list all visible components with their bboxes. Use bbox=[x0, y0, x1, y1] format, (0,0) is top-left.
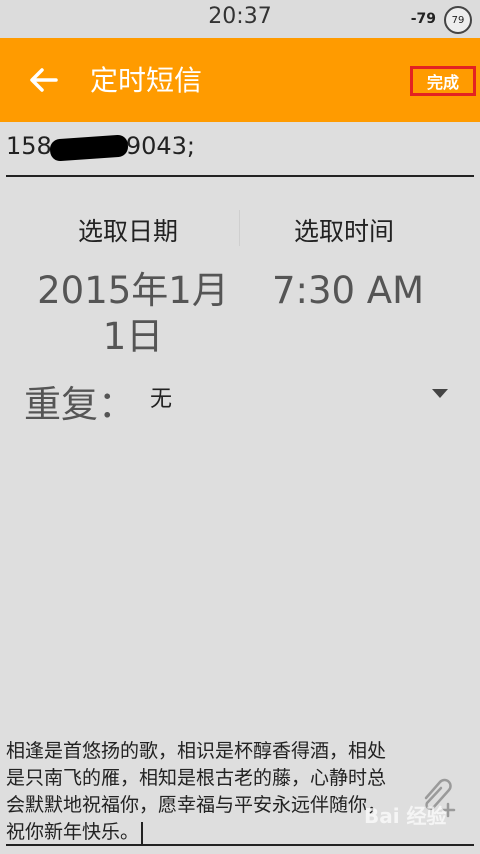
done-button[interactable]: 完成 bbox=[410, 66, 476, 96]
time-value[interactable]: 7:30 AM bbox=[250, 268, 446, 314]
message-input[interactable]: 相逢是首悠扬的歌，相识是杯醇香得酒，相处是只南飞的雁，相知是根古老的藤，心静时总… bbox=[6, 738, 398, 846]
page-title: 定时短信 bbox=[90, 64, 203, 97]
status-time: 20:37 bbox=[208, 4, 272, 29]
watermark: Bai 经验 bbox=[364, 804, 447, 828]
recipient-underline bbox=[6, 175, 474, 177]
message-underline bbox=[6, 844, 474, 846]
pick-date-button[interactable]: 选取日期 bbox=[78, 212, 178, 248]
repeat-select[interactable]: 无 bbox=[150, 381, 172, 413]
date-value[interactable]: 2015年1月1日 bbox=[28, 268, 238, 360]
pick-time-button[interactable]: 选取时间 bbox=[294, 212, 394, 248]
status-bar: 20:37 -79 79 bbox=[0, 0, 480, 38]
column-divider bbox=[239, 210, 240, 246]
battery-icon: 79 bbox=[444, 6, 472, 34]
dropdown-triangle-icon[interactable] bbox=[432, 389, 448, 398]
signal-strength: -79 bbox=[410, 11, 436, 27]
back-arrow-icon[interactable] bbox=[26, 62, 62, 98]
message-text: 相逢是首悠扬的歌，相识是杯醇香得酒，相处是只南飞的雁，相知是根古老的藤，心静时总… bbox=[6, 740, 387, 843]
recipient-prefix: 158 bbox=[6, 132, 52, 160]
recipient-suffix: 9043; bbox=[125, 132, 195, 160]
app-bar: 定时短信 完成 bbox=[0, 38, 480, 122]
text-cursor bbox=[141, 821, 144, 844]
repeat-label: 重复： bbox=[24, 383, 135, 426]
